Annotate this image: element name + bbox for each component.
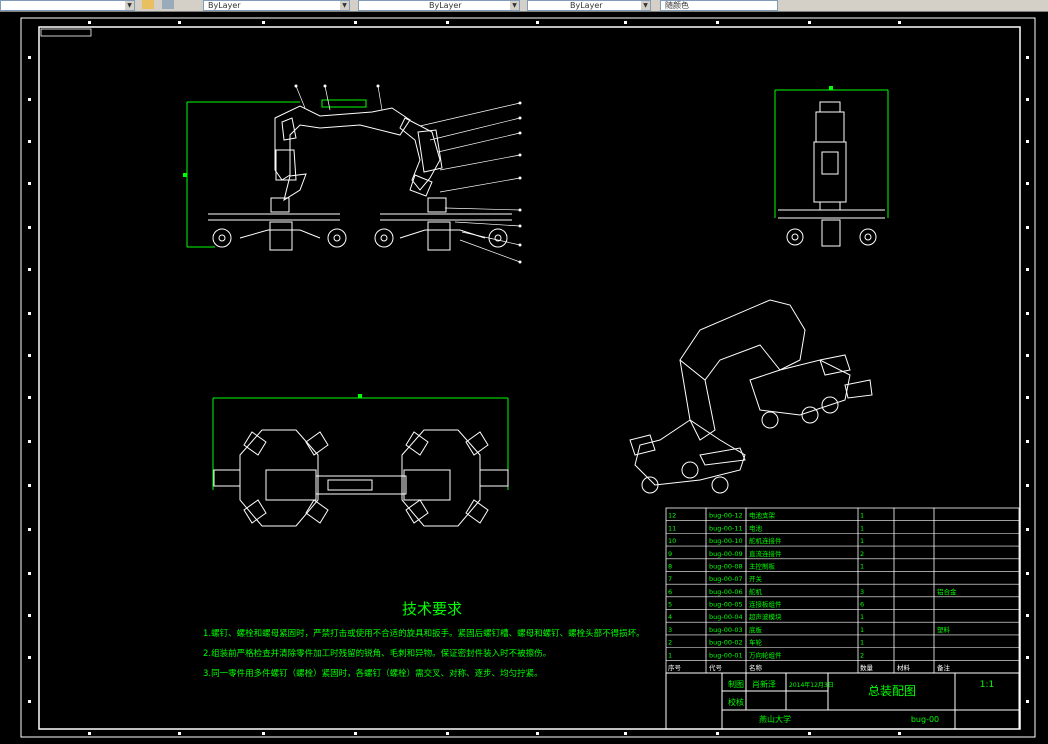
bom-cell: 6	[668, 588, 672, 596]
drawing-name: 总装配图	[868, 684, 916, 698]
bom-cell: 7	[668, 575, 672, 583]
bom-cell: 1	[860, 613, 864, 621]
bom-header-cell: 数量	[860, 663, 874, 672]
tech-line-1: 1.螺钉、螺栓和螺母紧固时，严禁打击或使用不合适的旋具和扳手。紧固后螺钉槽、螺母…	[203, 628, 645, 639]
bom-cell: 2	[668, 639, 672, 647]
linetype-value: ByLayer	[429, 1, 462, 10]
top-view[interactable]	[212, 394, 509, 527]
tech-line-3: 3.同一零件用多件螺钉（螺栓）紧固时，各螺钉（螺栓）需交叉、对称、逐步、均匀拧紧…	[203, 668, 543, 679]
bom-header-cell: 序号	[668, 663, 682, 672]
bom-cell: 1	[860, 562, 864, 570]
bom-cell: bug-00-04	[709, 613, 743, 621]
bom-cell: bug-00-06	[709, 588, 743, 596]
bom-cell: 10	[668, 537, 676, 545]
bom-cell: 12	[668, 512, 676, 520]
bom-cell: 舵机	[749, 587, 763, 596]
bom-header-cell: 名称	[749, 663, 763, 672]
color-dropdown[interactable]: ByLayer ▼	[203, 0, 350, 11]
bom-cell: 万向轮组件	[749, 650, 782, 659]
bom-cell: 塑料	[937, 625, 951, 634]
bom-cell: bug-00-12	[709, 512, 743, 520]
bom-cell: 3	[860, 588, 864, 596]
bom-cell: bug-00-03	[709, 626, 743, 634]
bom-cell: 6	[860, 601, 864, 609]
lineweight-dropdown[interactable]: ByLayer ▼	[527, 0, 651, 11]
corner-box	[40, 28, 92, 37]
layer-state-icon[interactable]	[162, 0, 174, 9]
drawing-svg: 技术要求 1.螺钉、螺栓和螺母紧固时，严禁打击或使用不合适的旋具和扳手。紧固后螺…	[20, 17, 1036, 738]
bom-cell: 电池	[749, 523, 763, 532]
bom-cell: bug-00-02	[709, 639, 743, 647]
bom-cell: 1	[860, 626, 864, 634]
bom-rows: 12 bug-00-12 电池支架 111 bug-00-11 电池 110 bug-00-1…	[666, 511, 1019, 672]
inner-frame	[38, 26, 1021, 730]
bom-cell: 车轮	[749, 638, 763, 647]
lineweight-value: ByLayer	[570, 1, 603, 10]
bom-cell: 3	[668, 626, 672, 634]
bom-cell: 1	[860, 512, 864, 520]
check-label: 校核	[728, 697, 744, 707]
front-view[interactable]	[183, 84, 522, 264]
bom-cell: 5	[668, 601, 672, 609]
chevron-down-icon: ▼	[510, 1, 519, 10]
bom-cell: 1	[860, 537, 864, 545]
drawing-canvas[interactable]: 技术要求 1.螺钉、螺栓和螺母紧固时，严禁打击或使用不合适的旋具和扳手。紧固后螺…	[0, 12, 1048, 744]
isometric-view[interactable]	[629, 299, 873, 494]
bom-cell: bug-00-07	[709, 575, 743, 583]
linetype-dropdown[interactable]: ByLayer ▼	[358, 0, 520, 11]
bom-cell: 2	[860, 651, 864, 659]
bom-cell: bug-00-10	[709, 537, 743, 545]
draw-label: 制图	[728, 679, 744, 689]
plotstyle-value: 随颜色	[665, 1, 689, 10]
bom-cell: bug-00-05	[709, 601, 743, 609]
bom-cell: bug-00-08	[709, 562, 743, 570]
bom-cell: 主控制板	[749, 561, 776, 570]
bom-cell: 1	[860, 639, 864, 647]
border-marks	[28, 21, 1029, 735]
plotstyle-dropdown[interactable]: 随颜色	[660, 0, 778, 11]
color-value: ByLayer	[208, 1, 241, 10]
tech-line-2: 2.组装前严格检查并清除零件加工时残留的锐角、毛刺和异物。保证密封件装入时不被擦…	[203, 648, 551, 659]
bom-cell: 直流连接件	[749, 549, 782, 558]
bom-header-cell: 材料	[897, 663, 911, 672]
chevron-down-icon: ▼	[125, 1, 134, 10]
bom-header-cell: 代号	[709, 663, 723, 672]
bom-cell: 铝合金	[937, 587, 957, 596]
bom-cell: bug-00-09	[709, 550, 743, 558]
chevron-down-icon: ▼	[641, 1, 650, 10]
bom-cell: 2	[860, 550, 864, 558]
bom-cell: 8	[668, 562, 672, 570]
school-name: 燕山大学	[759, 714, 791, 724]
bom-cell: 11	[668, 524, 676, 532]
bom-cell: 9	[668, 550, 672, 558]
bom-cell: bug-00-11	[709, 524, 743, 532]
scale-value: 1:1	[980, 680, 994, 690]
tech-requirements-title: 技术要求	[402, 600, 462, 618]
bom-cell: 1	[860, 524, 864, 532]
bom-cell: 超声波模块	[749, 612, 782, 621]
side-view[interactable]	[774, 86, 889, 247]
bom-cell: 电池支架	[749, 511, 776, 520]
bom-cell: 1	[668, 651, 672, 659]
bom-cell: 底板	[749, 625, 763, 634]
bom-cell: 开关	[749, 574, 763, 583]
title-block	[665, 672, 1020, 730]
draw-date: 2014年12月3日	[789, 681, 834, 689]
bom-header-cell: 备注	[937, 663, 951, 672]
bom-cell: 4	[668, 613, 672, 621]
bom-cell: 连接板组件	[749, 600, 782, 609]
properties-toolbar: ▼ ByLayer ▼ ByLayer ▼ ByLayer ▼ 随颜色	[0, 0, 1048, 12]
chevron-down-icon: ▼	[340, 1, 349, 10]
bom-cell: 舵机连接件	[749, 536, 782, 545]
bom-cell: bug-00-01	[709, 651, 743, 659]
draw-name: 肖新泽	[752, 679, 776, 689]
layer-previous-icon[interactable]	[142, 0, 154, 9]
layer-dropdown[interactable]: ▼	[0, 0, 135, 11]
drawing-code: bug-00	[911, 715, 939, 724]
